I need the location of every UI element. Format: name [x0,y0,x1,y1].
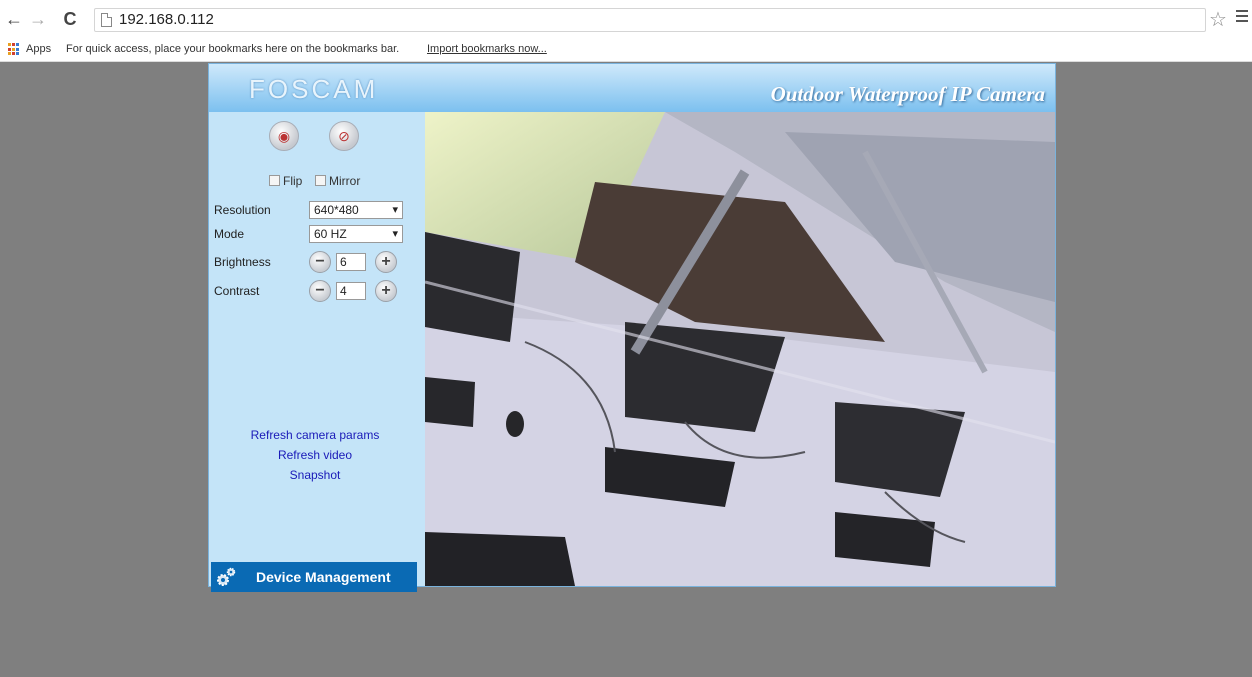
snapshot-link[interactable]: Snapshot [209,468,421,482]
import-bookmarks-link[interactable]: Import bookmarks now... [427,43,547,55]
mode-select[interactable]: 60 HZ [309,225,403,243]
mirror-checkbox[interactable] [315,175,326,186]
forward-arrow-icon[interactable]: → [28,7,48,31]
flip-checkbox[interactable] [269,175,280,186]
url-text[interactable]: 192.168.0.112 [119,11,214,28]
live-video-feed[interactable] [425,112,1055,586]
address-bar[interactable]: 192.168.0.112 [94,8,1206,32]
refresh-video-link[interactable]: Refresh video [209,448,421,462]
bookmark-star-icon[interactable]: ☆ [1209,7,1227,32]
mode-label: Mode [214,227,245,241]
foscam-logo: FOSCAM [249,74,379,104]
camera-page: FOSCAM Outdoor Waterproof IP Camera ◉ ⊘ … [208,63,1056,592]
reload-icon[interactable]: C [60,7,80,31]
brightness-minus-button[interactable]: − [309,251,331,273]
resolution-select[interactable]: 640*480 [309,201,403,219]
device-management-label: Device Management [256,569,391,585]
contrast-minus-button[interactable]: − [309,280,331,302]
contrast-label: Contrast [214,284,260,298]
eye-off-icon[interactable]: ⊘ [329,121,359,151]
contrast-plus-button[interactable]: + [375,280,397,302]
resolution-label: Resolution [214,203,271,217]
flip-label: Flip [283,174,303,188]
brightness-value[interactable]: 6 [336,253,366,271]
bookmarks-bar: Apps For quick access, place your bookma… [0,38,1252,62]
device-management-button[interactable]: Device Management [211,562,417,592]
mirror-group: Mirror [315,174,360,188]
browser-toolbar: ← → C 192.168.0.112 ☆ [0,0,1252,38]
refresh-camera-params-link[interactable]: Refresh camera params [209,428,421,442]
menu-icon[interactable] [1236,10,1248,24]
brightness-plus-button[interactable]: + [375,251,397,273]
apps-link[interactable]: Apps [26,43,51,55]
back-arrow-icon[interactable]: ← [4,7,24,31]
brightness-label: Brightness [214,255,271,269]
mirror-label: Mirror [329,174,361,188]
bookmarks-hint: For quick access, place your bookmarks h… [66,43,400,55]
page-icon [101,13,112,27]
header-title: Outdoor Waterproof IP Camera [770,82,1045,106]
camera-frame-image [425,112,1055,586]
camera-header: FOSCAM Outdoor Waterproof IP Camera [209,64,1055,112]
contrast-value[interactable]: 4 [336,282,366,300]
flip-group: Flip [269,174,302,188]
gear-icon [217,567,236,586]
apps-grid-icon[interactable] [8,43,21,56]
eye-icon[interactable]: ◉ [269,121,299,151]
control-panel: ◉ ⊘ Flip Mirror Resolution 640*480 Mode … [209,112,425,592]
